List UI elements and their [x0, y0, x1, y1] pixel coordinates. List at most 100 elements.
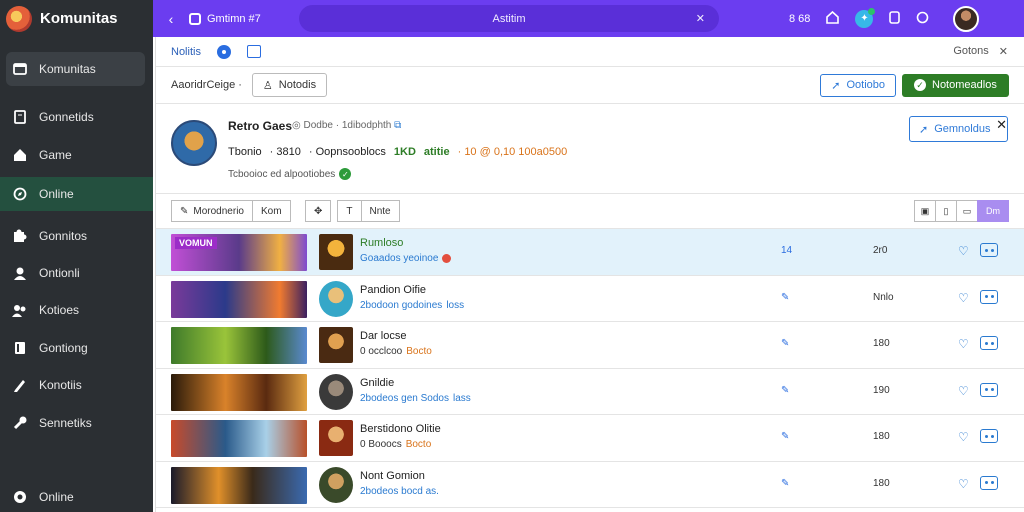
- table-row[interactable]: Dar locse 0 occlcoo Bocto ✎ 180 ♡: [156, 322, 1024, 369]
- user-icon: [12, 266, 27, 281]
- controller-icon[interactable]: [980, 475, 998, 490]
- row-subtitle-text: 0 Booocs: [360, 439, 402, 450]
- filter-button[interactable]: Nnte: [360, 200, 400, 222]
- sidebar-item-komunitas[interactable]: Komunitas: [6, 52, 145, 86]
- sidebar-item-online-status[interactable]: Online: [0, 480, 153, 512]
- avatar[interactable]: [953, 5, 980, 32]
- row-subtitle-extra: loss: [446, 299, 465, 311]
- move-button[interactable]: ✥: [305, 200, 332, 222]
- stat-label: Tbonio: [228, 146, 262, 158]
- controller-icon[interactable]: [980, 429, 998, 443]
- game-banner: [171, 280, 307, 318]
- sidebar-item-label: Komunitas: [39, 62, 96, 76]
- filter-group: ✎ Morodnerio Kom: [171, 200, 291, 222]
- send-button[interactable]: ➚ Gemnoldus: [909, 116, 1008, 142]
- controller-icon[interactable]: [980, 289, 998, 304]
- row-title: Berstidono Olitie: [360, 423, 441, 435]
- tablet-icon[interactable]: [889, 10, 901, 27]
- search-bar[interactable]: Astitim ✕: [299, 5, 719, 32]
- sidebar-item-kotioes[interactable]: Kotioes: [0, 293, 153, 327]
- controller-icon[interactable]: [980, 382, 998, 397]
- controller-icon[interactable]: [980, 243, 998, 257]
- edit-icon[interactable]: ✎: [781, 478, 789, 489]
- status-circle-icon[interactable]: [916, 11, 929, 27]
- like-icon[interactable]: ♡: [958, 477, 969, 491]
- sidebar-item-sennetiks[interactable]: Sennetiks: [0, 406, 153, 440]
- game-thumbnail: [319, 373, 353, 410]
- filter-group-2: ✥ T Nnte: [305, 200, 400, 222]
- sidebar-item-gonnetids[interactable]: Gonnetids: [0, 100, 153, 134]
- text-button[interactable]: T: [337, 200, 362, 222]
- filter-label: Nnte: [369, 205, 391, 217]
- sidebar-item-gonnitos[interactable]: Gonnitos: [0, 219, 153, 253]
- back-icon[interactable]: ‹: [153, 11, 189, 27]
- compact-view-icon[interactable]: ▭: [956, 200, 978, 222]
- power-icon: [12, 490, 27, 505]
- sidebar-item-gontiong[interactable]: Gontiong: [0, 331, 153, 365]
- row-subtitle-text: 2bodoon godoines: [360, 299, 443, 311]
- filter-button-label: Notodis: [278, 79, 317, 91]
- table-row[interactable]: Gnildie 2bodeos gen Sodos lass ✎ 190 ♡: [156, 369, 1024, 415]
- table-row[interactable]: Pandion Oifie 2bodoon godoines loss ✎ Nnl…: [156, 276, 1024, 322]
- context-selector[interactable]: Gmtimn #7: [189, 12, 299, 25]
- controller-icon[interactable]: [980, 336, 998, 350]
- row-subtitle: 0 occlcoo Bocto: [360, 346, 432, 357]
- clear-search-icon[interactable]: ✕: [696, 12, 705, 25]
- filter-button[interactable]: Kom: [251, 200, 291, 222]
- notification-icon[interactable]: ✦: [855, 7, 876, 28]
- radio-icon[interactable]: [216, 44, 231, 59]
- profile-card: Retro Gaes ◎ Dodbe · 1dibodphth ⧉ Tbonio…: [156, 104, 1024, 194]
- sidebar-item-online[interactable]: Online: [0, 177, 153, 211]
- edit-icon[interactable]: ✎: [781, 338, 789, 349]
- filter-button[interactable]: ✎ Morodnerio: [171, 200, 253, 222]
- row-subtitle-text: 0 occlcoo: [360, 346, 403, 357]
- edit-icon[interactable]: ⧉: [391, 120, 401, 131]
- like-icon[interactable]: ♡: [958, 430, 969, 444]
- edit-icon[interactable]: ✎: [781, 385, 789, 396]
- like-icon[interactable]: ♡: [958, 291, 969, 305]
- brand: Komunitas: [0, 0, 153, 37]
- close-icon[interactable]: ✕: [999, 45, 1008, 58]
- table-row[interactable]: VOMUN Rumloso Goaados yeoinoe 14 2r0 ♡: [156, 229, 1024, 276]
- row-subtitle: 0 Booocs Bocto: [360, 439, 431, 450]
- grid-view-icon[interactable]: ▣: [914, 200, 936, 222]
- tab-notifications[interactable]: Nolitis: [171, 46, 201, 58]
- table-row[interactable]: Nont Gomion 2bodeos bocd as. ✎ 180 ♡: [156, 462, 1024, 508]
- row-value: Nnlo: [873, 291, 894, 303]
- workspace-icon: [189, 12, 201, 25]
- sidebar-item-konotiis[interactable]: Konotiis: [0, 368, 153, 402]
- person-icon: ♙: [262, 79, 273, 92]
- game-list: VOMUN Rumloso Goaados yeoinoe 14 2r0 ♡ P…: [156, 229, 1024, 508]
- like-icon[interactable]: ♡: [958, 384, 969, 398]
- table-row[interactable]: Berstidono Olitie 0 Booocs Bocto ✎ 180 ♡: [156, 415, 1024, 462]
- home-icon[interactable]: [826, 10, 840, 27]
- row-title: Pandion Oifie: [360, 283, 427, 296]
- filter-button[interactable]: ♙ Notodis: [251, 73, 328, 97]
- filter-label: Morodnerio: [193, 205, 244, 217]
- edit-icon[interactable]: ✎: [781, 292, 789, 303]
- profile-avatar: [171, 120, 217, 166]
- sidebar-item-label: Konotiis: [39, 378, 82, 392]
- checkbox-icon[interactable]: [246, 45, 261, 58]
- like-icon[interactable]: ♡: [958, 337, 969, 351]
- row-title: Dar locse: [360, 330, 407, 342]
- stat-highlight: 1KD: [393, 146, 416, 158]
- tabs-right-label[interactable]: Gotons: [953, 45, 988, 58]
- list-view-icon[interactable]: ▯: [935, 200, 957, 222]
- row-title: Gnildie: [360, 376, 395, 389]
- share-button[interactable]: ➚ Ootiobo: [820, 73, 896, 97]
- like-icon[interactable]: ♡: [958, 244, 969, 258]
- sidebar-item-ontionli[interactable]: Ontionli: [0, 256, 153, 290]
- home-icon: [12, 148, 27, 163]
- tabs-row: Nolitis Gotons ✕: [156, 37, 1024, 67]
- share-button-label: Ootiobo: [846, 79, 885, 91]
- view-button-active[interactable]: Dm: [977, 200, 1009, 222]
- main-content: Nolitis Gotons ✕ AaoridrCeige · ♙ Notodi…: [155, 37, 1024, 512]
- hot-icon: [442, 254, 452, 263]
- edit-icon[interactable]: ✎: [781, 431, 789, 442]
- compass-icon: [12, 187, 27, 202]
- row-subtitle-extra: lass: [452, 392, 471, 404]
- confirm-button[interactable]: ✓ Notomeadlos: [902, 73, 1009, 97]
- sidebar-item-game[interactable]: Game: [0, 138, 153, 172]
- row-subtitle: 2bodeos bocd as.: [360, 486, 439, 497]
